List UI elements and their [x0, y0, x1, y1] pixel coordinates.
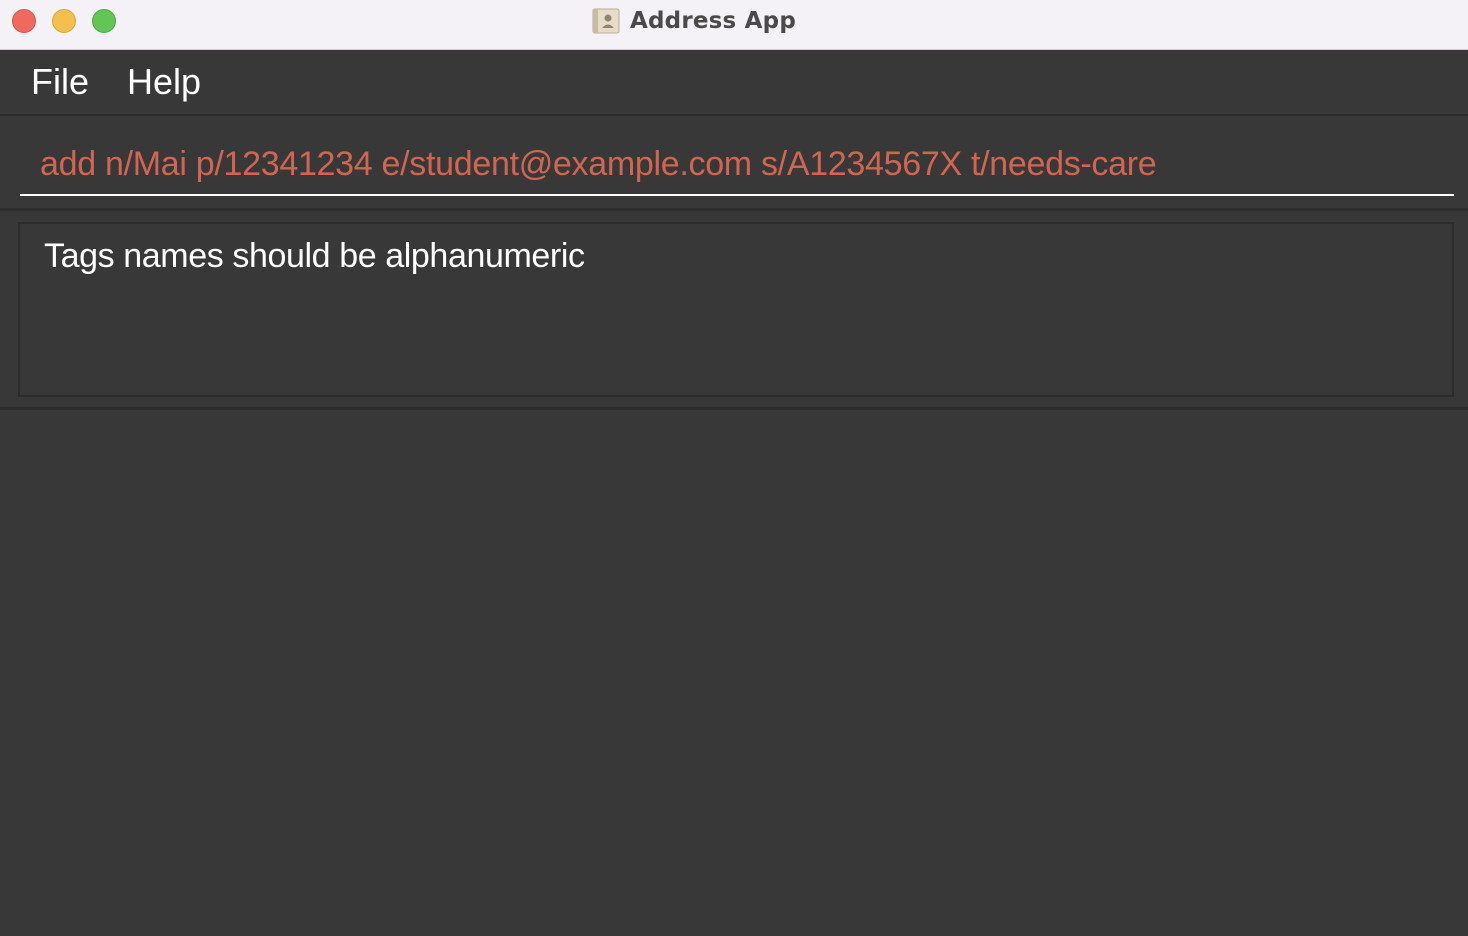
result-display[interactable]: Tags names should be alphanumeric: [18, 222, 1454, 397]
title-bar: Address App: [0, 0, 1468, 50]
command-box-pane: [0, 116, 1468, 211]
command-input[interactable]: [20, 134, 1454, 196]
menu-bar: File Help: [0, 50, 1468, 116]
result-display-pane: Tags names should be alphanumeric: [0, 211, 1468, 410]
menu-file[interactable]: File: [31, 61, 89, 103]
address-book-icon: [592, 8, 620, 34]
app-window: Address App File Help Tags names should …: [0, 0, 1468, 936]
person-list-pane[interactable]: [0, 410, 1468, 936]
window-title-group: Address App: [0, 0, 1468, 42]
window-title: Address App: [630, 8, 796, 34]
menu-help[interactable]: Help: [127, 61, 201, 103]
result-message: Tags names should be alphanumeric: [44, 237, 585, 275]
